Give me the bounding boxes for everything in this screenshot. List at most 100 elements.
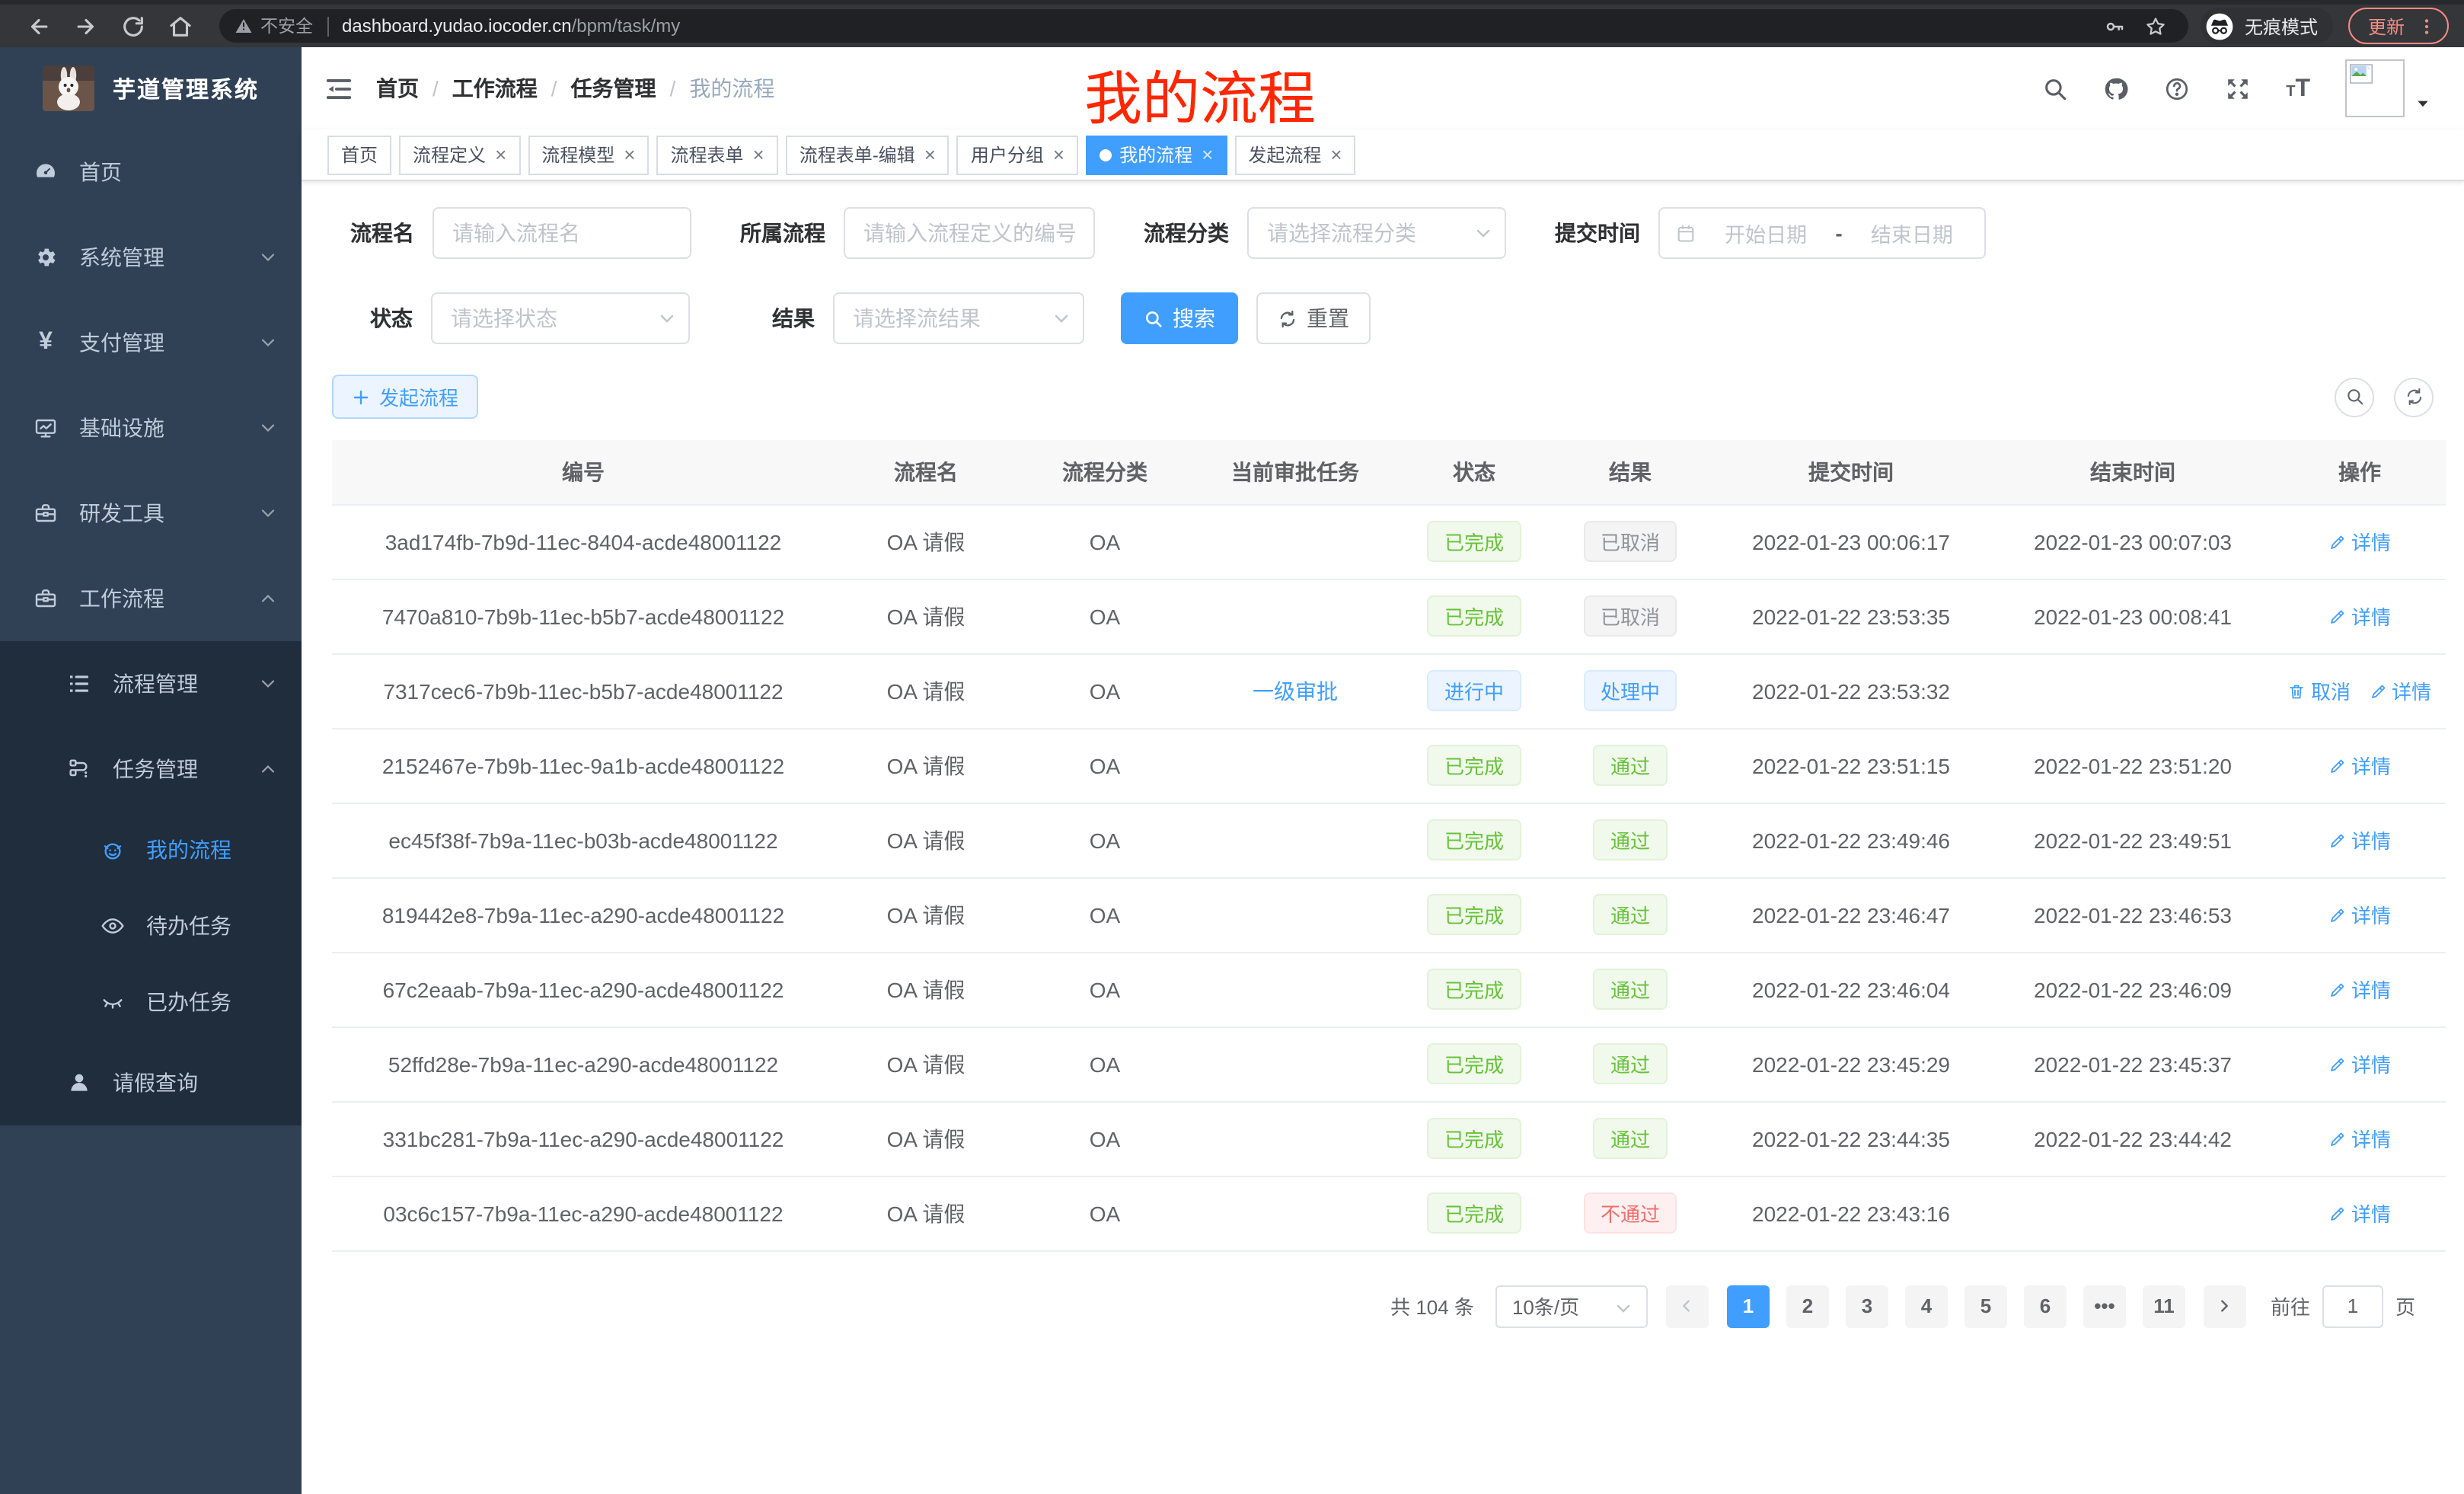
- kebab-menu-icon[interactable]: [2417, 16, 2437, 36]
- logo[interactable]: 芋道管理系统: [0, 47, 302, 129]
- tab-发起流程[interactable]: 发起流程 ×: [1234, 135, 1355, 174]
- category-select[interactable]: [1247, 207, 1506, 259]
- breadcrumb-item[interactable]: 首页: [376, 73, 419, 104]
- detail-action[interactable]: 详情: [2328, 825, 2391, 854]
- detail-action[interactable]: 详情: [2369, 676, 2431, 705]
- sidebar-item-system[interactable]: 系统管理: [0, 215, 302, 300]
- cell-end-time: 2022-01-22 23:51:20: [1992, 728, 2274, 803]
- goto-page-input[interactable]: [2322, 1285, 2383, 1327]
- show-search-button[interactable]: [2335, 377, 2374, 417]
- sidebar-item-task-mgmt[interactable]: 任务管理: [0, 726, 302, 812]
- detail-action[interactable]: 详情: [2328, 900, 2391, 929]
- avatar[interactable]: [2345, 59, 2405, 117]
- cancel-action[interactable]: 取消: [2288, 676, 2351, 705]
- cell-actions: 详情: [2274, 952, 2446, 1026]
- detail-action[interactable]: 详情: [2328, 975, 2391, 1004]
- font-size-icon[interactable]: TT: [2286, 77, 2310, 100]
- sidebar-item-workflow[interactable]: 工作流程: [0, 556, 302, 641]
- share-node-icon: [67, 757, 91, 781]
- reset-button[interactable]: 重置: [1256, 292, 1371, 344]
- tab-流程模型[interactable]: 流程模型×: [528, 135, 649, 174]
- cell-id: 7317cec6-7b9b-11ec-b5b7-acde48001122: [332, 653, 835, 728]
- cell-id: 52ffd28e-7b9a-11ec-a290-acde48001122: [332, 1026, 835, 1101]
- back-icon[interactable]: [26, 13, 52, 39]
- page-button-1[interactable]: 1: [1727, 1285, 1770, 1327]
- sidebar-item-leave-query[interactable]: 请假查询: [0, 1040, 302, 1125]
- sidebar-item-payment[interactable]: ¥支付管理: [0, 300, 302, 385]
- cell-status: 已完成: [1398, 877, 1550, 952]
- tab-用户分组[interactable]: 用户分组×: [957, 135, 1078, 174]
- fullscreen-icon[interactable]: [2225, 75, 2251, 101]
- tab-流程表单-编辑[interactable]: 流程表单-编辑×: [786, 135, 950, 174]
- page-button-2[interactable]: 2: [1786, 1285, 1829, 1327]
- detail-action[interactable]: 详情: [2328, 602, 2391, 630]
- status-badge: 已完成: [1428, 1118, 1521, 1159]
- tab-label: 发起流程: [1248, 142, 1321, 168]
- refresh-table-button[interactable]: [2394, 377, 2434, 417]
- tab-流程定义[interactable]: 流程定义×: [399, 135, 520, 174]
- detail-action[interactable]: 详情: [2328, 751, 2391, 780]
- star-icon[interactable]: [2144, 14, 2167, 37]
- current-task-link[interactable]: 一级审批: [1253, 678, 1338, 703]
- column-header-当前审批任务: 当前审批任务: [1192, 440, 1398, 504]
- close-icon[interactable]: ×: [1202, 145, 1213, 164]
- home-icon[interactable]: [168, 13, 193, 39]
- address-bar[interactable]: 不安全 dashboard.yudao.iocoder.cn/bpm/task/…: [219, 9, 2188, 43]
- sidebar-item-process-mgmt[interactable]: 流程管理: [0, 641, 302, 726]
- close-icon[interactable]: ×: [495, 145, 506, 164]
- prev-page-button[interactable]: [1666, 1285, 1709, 1327]
- close-icon[interactable]: ×: [1330, 145, 1342, 164]
- cell-submit-time: 2022-01-22 23:46:04: [1710, 952, 1992, 1026]
- security-chip[interactable]: 不安全: [235, 14, 313, 38]
- page-button-5[interactable]: 5: [1964, 1285, 2007, 1327]
- detail-action[interactable]: 详情: [2328, 1199, 2391, 1227]
- tags-view: 首页流程定义×流程模型×流程表单×流程表单-编辑×用户分组×我的流程× 发起流程 ×: [302, 129, 2464, 181]
- github-icon[interactable]: [2103, 75, 2129, 101]
- cell-end-time: 2022-01-22 23:45:37: [1992, 1026, 2274, 1101]
- page-size-select[interactable]: 10条/页: [1495, 1285, 1648, 1327]
- sidebar-item-infra[interactable]: 基础设施: [0, 385, 302, 471]
- page-button-11[interactable]: 11: [2143, 1285, 2185, 1327]
- detail-action[interactable]: 详情: [2328, 1124, 2391, 1153]
- status-select[interactable]: [431, 292, 690, 344]
- close-icon[interactable]: ×: [924, 145, 936, 164]
- reload-icon[interactable]: [120, 13, 146, 39]
- detail-action[interactable]: 详情: [2328, 1049, 2391, 1078]
- tab-流程表单[interactable]: 流程表单×: [656, 135, 777, 174]
- search-button[interactable]: 搜索: [1121, 292, 1238, 344]
- forward-icon[interactable]: [73, 13, 99, 39]
- sidebar-item-home[interactable]: 首页: [0, 129, 302, 215]
- breadcrumb-item[interactable]: 工作流程: [452, 73, 538, 104]
- detail-action[interactable]: 详情: [2328, 527, 2391, 556]
- tab-我的流程[interactable]: 我的流程×: [1086, 135, 1227, 174]
- close-icon[interactable]: ×: [624, 145, 635, 164]
- cell-id: 2152467e-7b9b-11ec-9a1b-acde48001122: [332, 728, 835, 803]
- tab-首页[interactable]: 首页: [327, 135, 391, 174]
- column-header-流程名: 流程名: [835, 440, 1017, 504]
- process-def-input[interactable]: [844, 207, 1095, 259]
- sidebar-item-devtools[interactable]: 研发工具: [0, 471, 302, 556]
- update-button[interactable]: 更新: [2348, 8, 2449, 44]
- refresh-icon: [2404, 387, 2424, 407]
- close-icon[interactable]: ×: [1053, 145, 1064, 164]
- page-button-4[interactable]: 4: [1905, 1285, 1948, 1327]
- cell-result: 通过: [1550, 803, 1710, 877]
- close-icon[interactable]: ×: [753, 145, 764, 164]
- page-button-3[interactable]: 3: [1846, 1285, 1888, 1327]
- page-button-6[interactable]: 6: [2024, 1285, 2067, 1327]
- user-menu[interactable]: [2345, 59, 2430, 117]
- date-range-picker[interactable]: 开始日期 - 结束日期: [1658, 207, 1986, 259]
- create-process-button[interactable]: 发起流程: [332, 375, 478, 419]
- sidebar-item-todo-task[interactable]: 待办任务: [0, 888, 302, 964]
- next-page-button[interactable]: [2204, 1285, 2246, 1327]
- breadcrumb-item[interactable]: 任务管理: [571, 73, 656, 104]
- sidebar-item-my-process[interactable]: 我的流程: [0, 812, 302, 888]
- key-icon[interactable]: [2103, 14, 2126, 37]
- search-icon[interactable]: [2042, 75, 2068, 101]
- question-icon[interactable]: [2164, 75, 2190, 101]
- cell-category: OA: [1017, 877, 1192, 952]
- result-select[interactable]: [833, 292, 1084, 344]
- hamburger-icon[interactable]: [324, 74, 353, 103]
- sidebar-item-done-task[interactable]: 已办任务: [0, 964, 302, 1040]
- process-name-input[interactable]: [432, 207, 691, 259]
